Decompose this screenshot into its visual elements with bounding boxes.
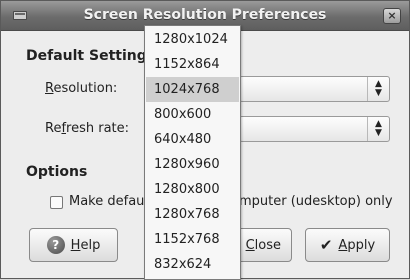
make-default-label-start: Make defaul [69, 194, 148, 209]
resolution-option[interactable]: 1280x768 [146, 202, 239, 227]
resolution-option-selected[interactable]: 1024x768 [146, 77, 239, 102]
updown-arrows-icon: ▲ ▼ [367, 117, 389, 141]
resolution-option[interactable]: 1152x768 [146, 227, 239, 252]
section-default-settings: Default Settings [26, 48, 156, 64]
close-button-label: Close [245, 237, 281, 253]
help-icon: ? [46, 236, 65, 254]
close-button[interactable]: Close [234, 228, 292, 262]
help-button[interactable]: ? Help [29, 228, 118, 262]
make-default-label-end: mputer (udesktop) only [239, 194, 393, 209]
section-options: Options [26, 164, 88, 180]
apply-button[interactable]: ✔ Apply [305, 228, 390, 262]
window-title: Screen Resolution Preferences [83, 7, 327, 23]
checkmark-icon: ✔ [319, 236, 333, 254]
help-button-label: Help [70, 237, 101, 253]
resolution-option[interactable]: 1152x864 [146, 52, 239, 77]
resolution-option[interactable]: 1280x1024 [146, 27, 239, 52]
make-default-checkbox[interactable] [50, 196, 63, 209]
refresh-rate-combo[interactable]: ▲ ▼ [239, 116, 390, 142]
resolution-option[interactable]: 800x600 [146, 102, 239, 127]
resolution-dropdown-menu: 1280x1024 1152x864 1024x768 800x600 640x… [144, 25, 241, 280]
refresh-rate-label: Refresh rate: [45, 121, 130, 136]
resolution-option[interactable]: 640x480 [146, 127, 239, 152]
preferences-window: Screen Resolution Preferences × Default … [0, 0, 410, 280]
close-icon[interactable]: × [383, 8, 401, 24]
resolution-option[interactable]: 1280x800 [146, 177, 239, 202]
resolution-combo[interactable]: ▲ ▼ [239, 76, 390, 102]
resolution-option[interactable]: 1280x960 [146, 152, 239, 177]
resolution-label: Resolution: [45, 81, 118, 96]
updown-arrows-icon: ▲ ▼ [367, 77, 389, 101]
resolution-option[interactable]: 832x624 [146, 252, 239, 277]
apply-button-label: Apply [338, 237, 376, 253]
